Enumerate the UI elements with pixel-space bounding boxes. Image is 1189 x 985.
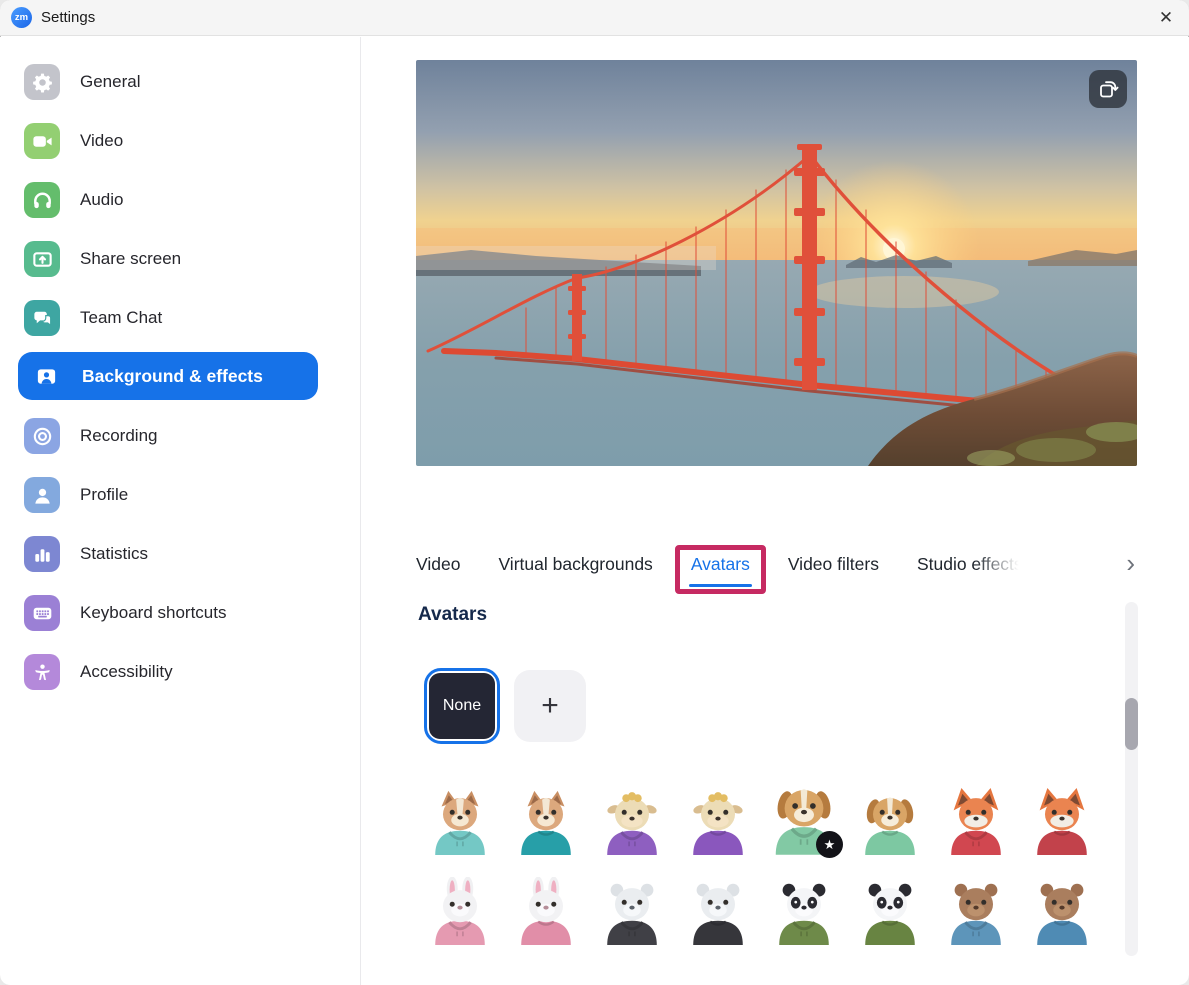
sidebar-item-label: Statistics: [80, 544, 148, 564]
zoom-logo-icon: zm: [11, 7, 32, 28]
sidebar-item-profile[interactable]: Profile: [24, 477, 128, 513]
golden-gate-sunset-scene: [416, 60, 1137, 466]
scrollbar-thumb[interactable]: [1125, 698, 1138, 750]
avatar-fox-tshirt[interactable]: [1019, 777, 1105, 857]
chat-bubbles-icon: [24, 300, 60, 336]
avatar-puppy-tshirt[interactable]: [847, 777, 933, 857]
tab-video-filters[interactable]: Video filters: [788, 554, 879, 575]
sidebar-item-label: Keyboard shortcuts: [80, 603, 226, 623]
tab-virtual-backgrounds[interactable]: Virtual backgrounds: [498, 554, 652, 575]
sidebar-item-audio[interactable]: Audio: [24, 182, 123, 218]
record-circle-icon: [24, 418, 60, 454]
avatar-panda-hoodie[interactable]: [761, 867, 847, 947]
sidebar-item-keyboard-shortcuts[interactable]: Keyboard shortcuts: [24, 595, 226, 631]
content-panel: Video Virtual backgrounds Avatars Video fil…: [361, 37, 1189, 985]
tab-avatars[interactable]: Avatars: [691, 554, 750, 575]
sidebar-item-team-chat[interactable]: Team Chat: [24, 300, 162, 336]
avatar-none-label: None: [429, 673, 495, 739]
sidebar-item-share-screen[interactable]: Share screen: [24, 241, 181, 277]
avatar-grid: ★: [417, 777, 1105, 947]
video-camera-icon: [24, 123, 60, 159]
avatar-panda-tshirt[interactable]: [847, 867, 933, 947]
avatar-illustration: [939, 787, 1013, 857]
sidebar-item-label: Audio: [80, 190, 123, 210]
sidebar-item-label: General: [80, 72, 140, 92]
star-badge: ★: [816, 831, 843, 858]
settings-window: zm Settings ✕ General Video Audio Share scr…: [0, 0, 1189, 985]
tabs-overflow-chevron[interactable]: ›: [1126, 550, 1135, 576]
close-button[interactable]: ✕: [1143, 0, 1189, 35]
avatar-illustration: [595, 877, 669, 947]
bar-chart-icon: [24, 536, 60, 572]
avatar-illustration: [681, 877, 755, 947]
avatar-illustration: [853, 877, 927, 947]
virtual-background-preview: [416, 60, 1137, 466]
rotate-icon: [1096, 77, 1120, 101]
avatar-rabbit-tshirt[interactable]: [503, 867, 589, 947]
avatar-polar-bear-hoodie[interactable]: [589, 867, 675, 947]
avatar-corgi-tshirt[interactable]: [503, 777, 589, 857]
gear-icon: [24, 64, 60, 100]
avatar-none-button[interactable]: None: [424, 668, 500, 744]
sidebar-item-label: Profile: [80, 485, 128, 505]
sidebar-item-label: Team Chat: [80, 308, 162, 328]
avatar-illustration: [681, 787, 755, 857]
background-effects-tabs: Video Virtual backgrounds Avatars Video fil…: [416, 536, 1137, 592]
avatar-illustration: [767, 877, 841, 947]
tab-studio-effects[interactable]: Studio effects: [917, 554, 1023, 575]
avatar-cow-tshirt[interactable]: [675, 777, 761, 857]
sidebar-item-background-effects[interactable]: Background & effects: [18, 352, 318, 400]
avatar-fox-hoodie[interactable]: [933, 777, 1019, 857]
avatar-bear-hoodie[interactable]: [933, 867, 1019, 947]
add-avatar-button[interactable]: +: [514, 670, 586, 742]
sidebar-item-label: Video: [80, 131, 123, 151]
keyboard-icon: [24, 595, 60, 631]
avatar-rabbit-hoodie[interactable]: [417, 867, 503, 947]
avatar-illustration: [939, 877, 1013, 947]
avatar-illustration: [1025, 787, 1099, 857]
person-icon: [24, 477, 60, 513]
sidebar-item-general[interactable]: General: [24, 64, 140, 100]
settings-sidebar: General Video Audio Share screen Team Chat Ba…: [0, 37, 361, 985]
avatar-illustration: [509, 787, 583, 857]
sidebar-item-label: Share screen: [80, 249, 181, 269]
sidebar-item-video[interactable]: Video: [24, 123, 123, 159]
sidebar-item-accessibility[interactable]: Accessibility: [24, 654, 173, 690]
avatar-illustration: [423, 877, 497, 947]
avatar-illustration: [595, 787, 669, 857]
avatar-selector-row: None +: [424, 668, 586, 744]
avatar-illustration: [423, 787, 497, 857]
sidebar-item-label: Recording: [80, 426, 158, 446]
rotate-preview-button[interactable]: [1089, 70, 1127, 108]
tab-video[interactable]: Video: [416, 554, 460, 575]
sidebar-item-recording[interactable]: Recording: [24, 418, 158, 454]
avatar-illustration: [1025, 877, 1099, 947]
sidebar-item-statistics[interactable]: Statistics: [24, 536, 148, 572]
avatar-polar-bear-tshirt[interactable]: [675, 867, 761, 947]
avatar-corgi-hoodie[interactable]: [417, 777, 503, 857]
avatar-bear-tshirt[interactable]: [1019, 867, 1105, 947]
person-card-icon: [28, 358, 64, 394]
headphones-icon: [24, 182, 60, 218]
avatar-illustration: [509, 877, 583, 947]
avatar-illustration: [853, 787, 927, 857]
title-bar: zm Settings ✕: [0, 0, 1189, 36]
avatar-puppy-hoodie[interactable]: ★: [761, 777, 847, 857]
scrollbar[interactable]: [1125, 602, 1138, 956]
annotation-highlight-box: [675, 545, 766, 594]
avatar-cow-hoodie[interactable]: [589, 777, 675, 857]
accessibility-icon: [24, 654, 60, 690]
sidebar-item-label: Accessibility: [80, 662, 173, 682]
sidebar-item-label: Background & effects: [82, 366, 263, 387]
avatars-heading: Avatars: [418, 604, 487, 626]
window-title: Settings: [41, 9, 95, 26]
share-screen-icon: [24, 241, 60, 277]
